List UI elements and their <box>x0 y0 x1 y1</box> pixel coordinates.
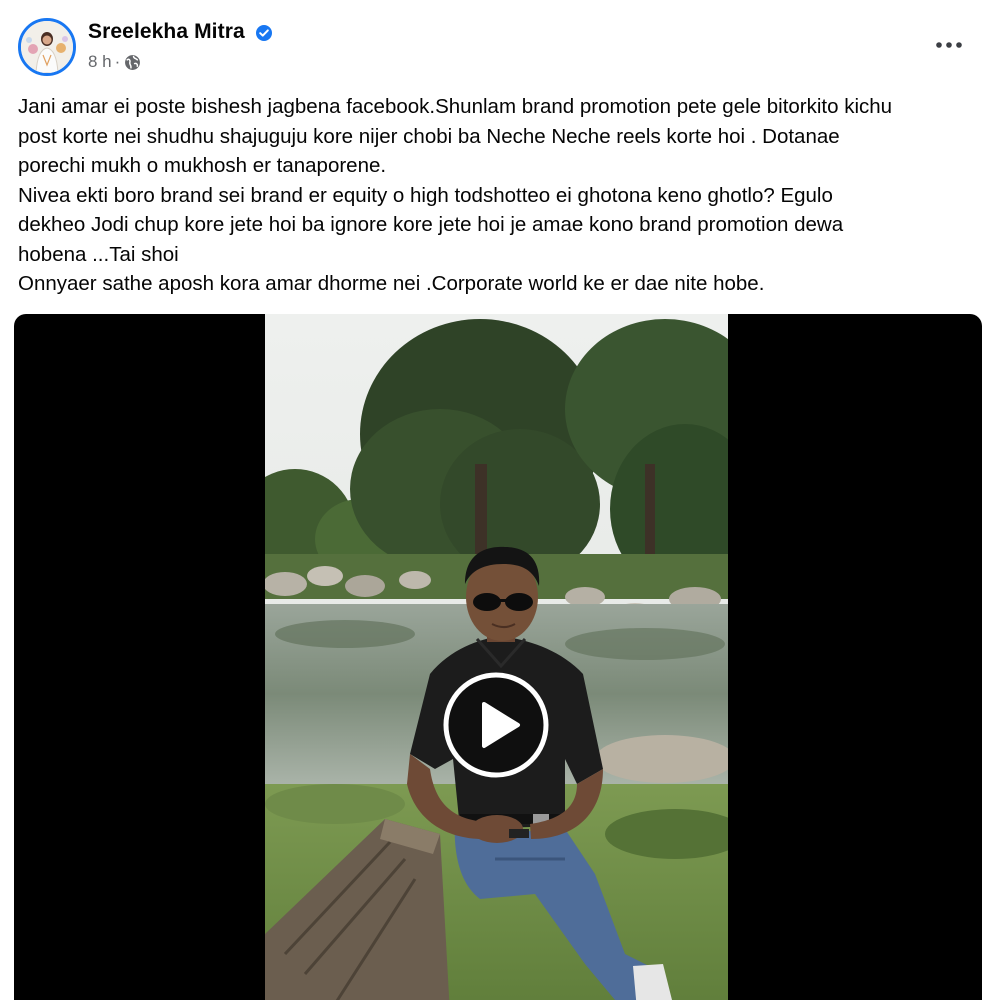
post-timestamp[interactable]: 8 h <box>88 52 112 72</box>
verified-badge-icon <box>256 25 272 41</box>
facebook-post: Sreelekha Mitra 8 h · Jani amar ei poste… <box>0 0 1000 1000</box>
author-name[interactable]: Sreelekha Mitra <box>88 20 245 44</box>
globe-icon <box>125 54 141 70</box>
play-icon <box>443 672 549 778</box>
post-meta: 8 h · <box>88 52 141 72</box>
post-body-text: Jani amar ei poste bishesh jagbena faceb… <box>18 95 893 295</box>
video-player[interactable] <box>14 314 982 1000</box>
author-avatar[interactable] <box>18 18 76 76</box>
video-thumbnail-image <box>265 314 728 1000</box>
meta-separator: · <box>114 52 121 71</box>
avatar-photo <box>21 21 73 73</box>
more-horizontal-icon <box>936 42 962 48</box>
video-thumbnail <box>265 314 728 1000</box>
more-options-icon[interactable] <box>930 30 968 60</box>
play-button[interactable] <box>443 672 549 778</box>
